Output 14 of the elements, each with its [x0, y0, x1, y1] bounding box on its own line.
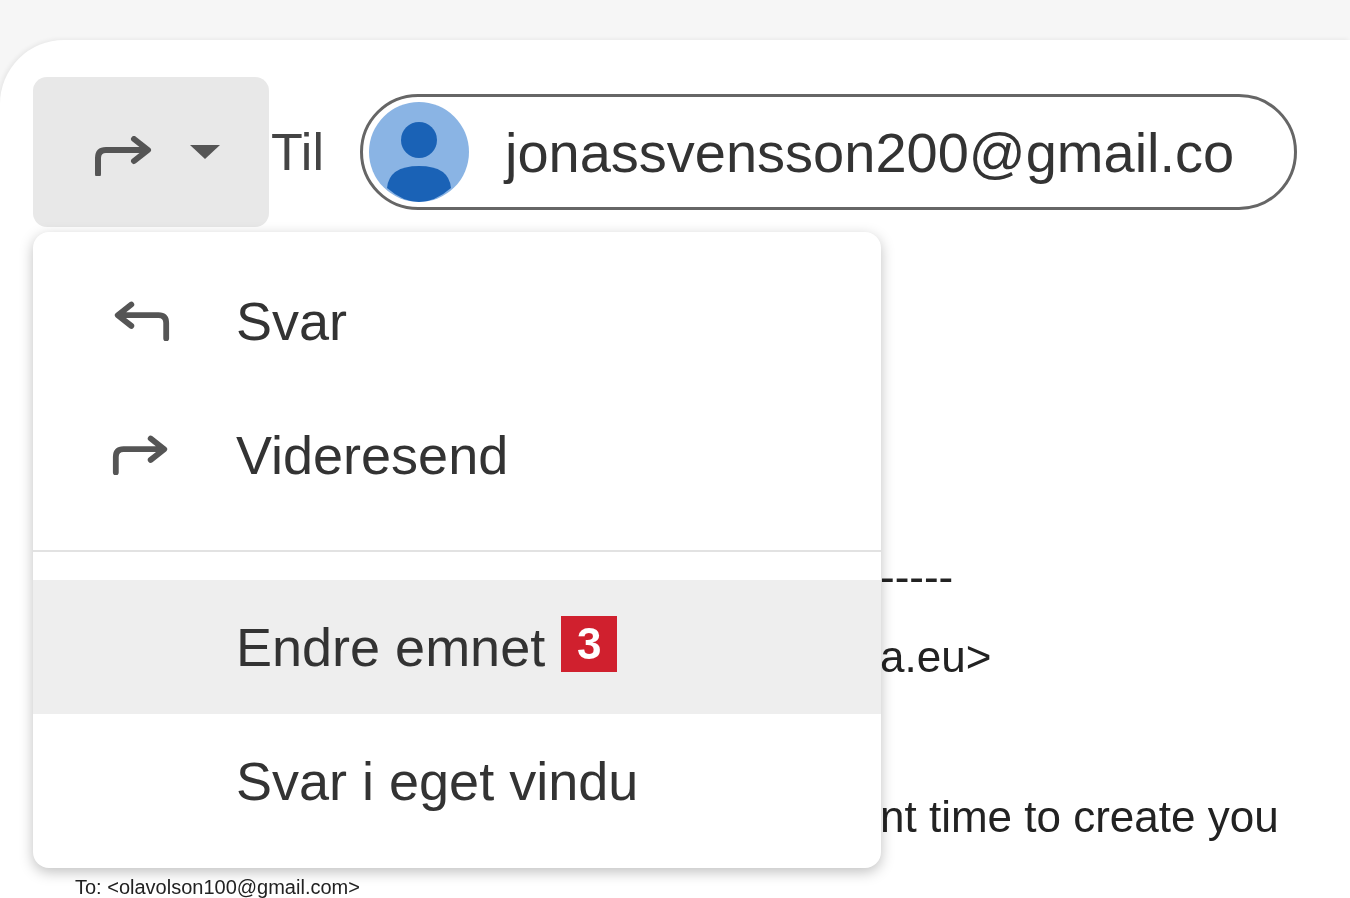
avatar-icon	[368, 102, 469, 202]
caret-icon	[190, 145, 220, 159]
menu-item[interactable]: Endre emnet 3	[33, 580, 881, 714]
menu-item[interactable]: Svar i eget vindu	[33, 714, 881, 848]
recipient-chip[interactable]: jonassvensson200@gmail.co	[359, 94, 1298, 210]
menu-item[interactable]: Svar	[33, 254, 881, 388]
recipient-label: Til	[270, 122, 324, 182]
email-body-text: -----	[880, 551, 955, 603]
email-body-text: nt time to create you	[880, 791, 1280, 843]
email-body-text: To: <olavolson100@gmail.com>	[75, 876, 360, 898]
menu-item[interactable]: Videresend	[33, 388, 881, 522]
email-body-text: a.eu>	[880, 631, 993, 683]
reply-type-button[interactable]	[33, 77, 269, 227]
number-badge: 3	[561, 616, 618, 672]
